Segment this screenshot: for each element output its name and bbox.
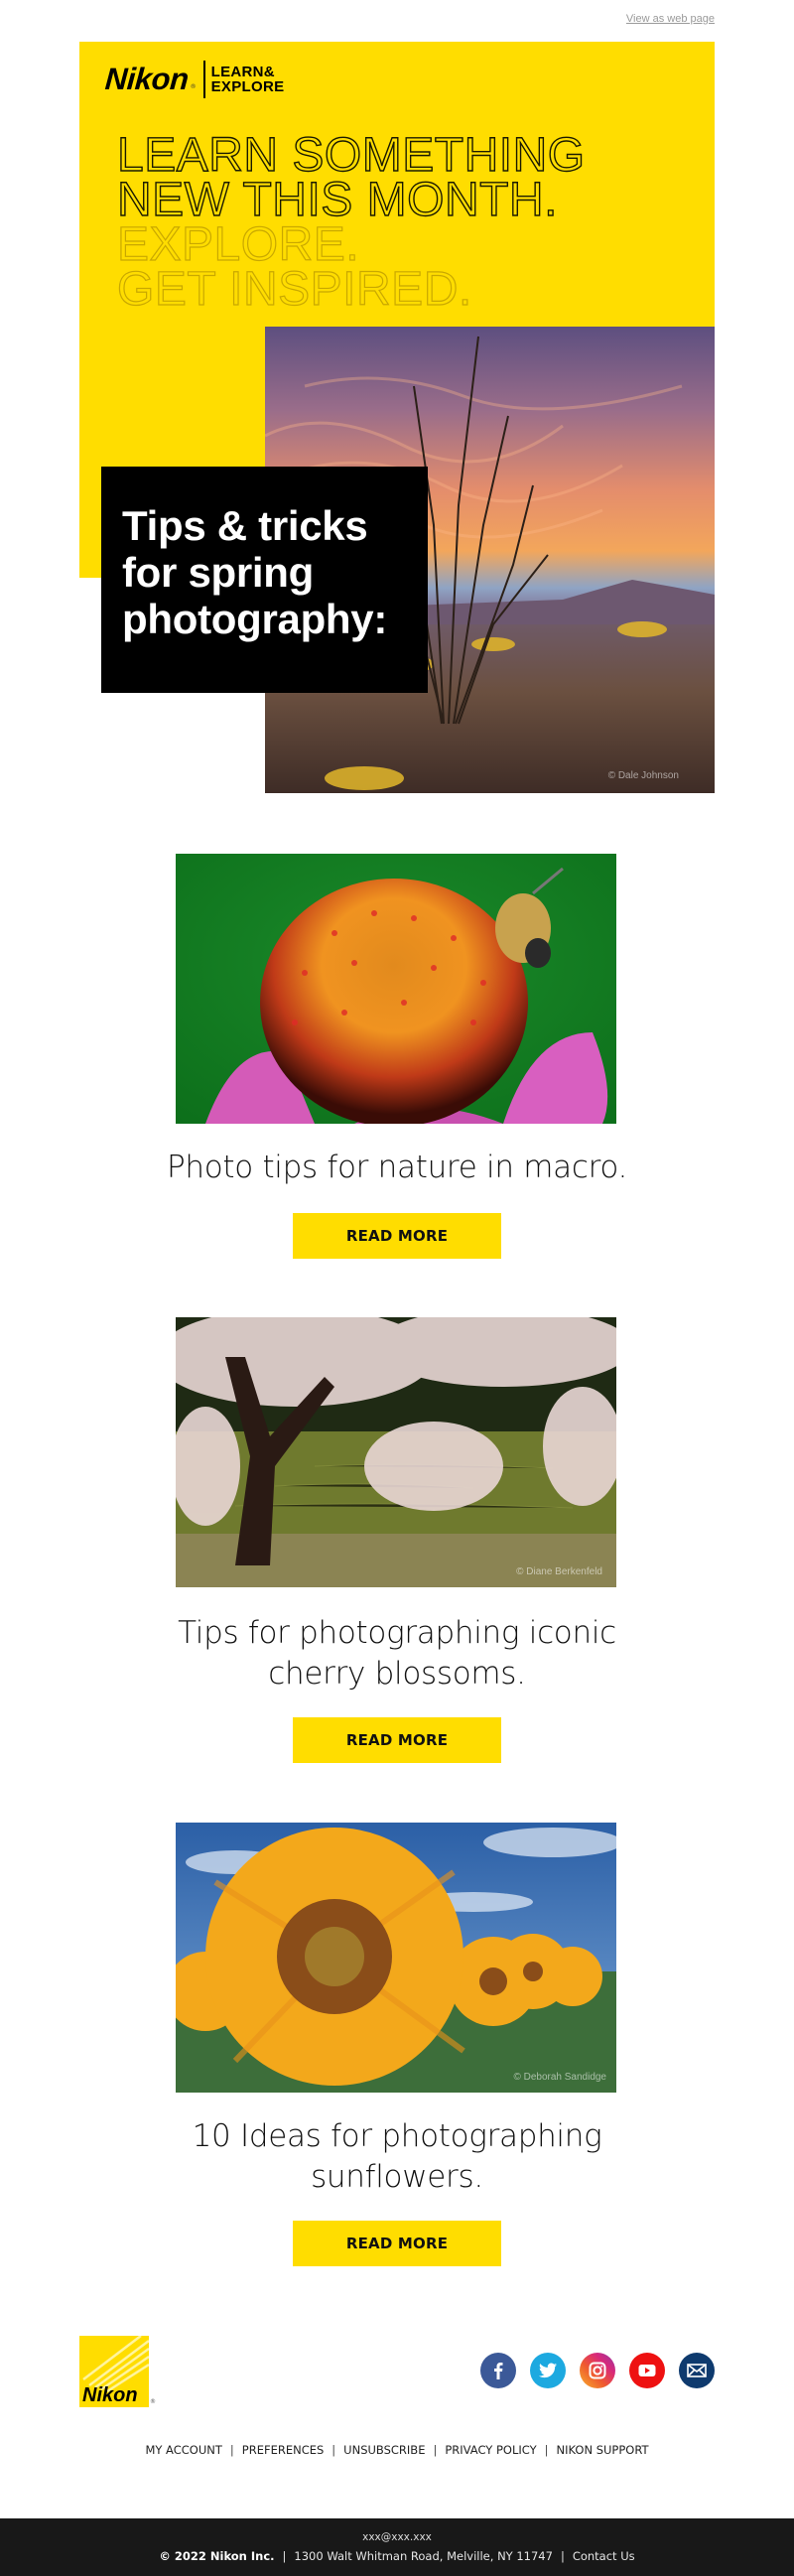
headline-line: LEARN SOMETHING: [116, 129, 586, 182]
recipient-email: xxx@xxx.xxx: [362, 2531, 432, 2543]
nikon-learn-explore-logo[interactable]: Nikon ® LEARN& EXPLORE: [103, 60, 285, 99]
footer-logo-word: Nikon: [82, 2384, 138, 2406]
article-image-sunflowers[interactable]: © Deborah Sandidge: [176, 1823, 616, 2093]
band-separator: |: [560, 2549, 565, 2563]
read-more-button[interactable]: READ MORE: [293, 1717, 501, 1763]
article-title[interactable]: 10 Ideas for photographing sunflowers.: [149, 2116, 645, 2198]
learn-explore-line-1: LEARN&: [210, 64, 275, 80]
hero-title-line: photography:: [122, 596, 388, 642]
twitter-icon: [539, 2363, 557, 2378]
footer-nikon-logo[interactable]: Nikon: [79, 2335, 150, 2407]
read-more-button[interactable]: READ MORE: [293, 1213, 501, 1259]
mail-icon: [687, 2364, 707, 2377]
learn-explore-mark: LEARN& EXPLORE: [211, 65, 285, 94]
email-link[interactable]: [679, 2353, 715, 2388]
article-image-cherry-blossoms[interactable]: © Diane Berkenfeld: [176, 1317, 616, 1587]
hero-outline-headline: LEARN SOMETHING NEW THIS MONTH. EXPLORE.…: [116, 129, 586, 316]
learn-explore-line-2: EXPLORE: [210, 78, 285, 95]
youtube-icon: [638, 2365, 656, 2376]
unsubscribe-link[interactable]: UNSUBSCRIBE: [343, 2443, 425, 2457]
instagram-icon: [589, 2362, 606, 2379]
twitter-link[interactable]: [530, 2353, 566, 2388]
headline-line: NEW THIS MONTH.: [116, 174, 558, 226]
hero-title-line: for spring: [122, 549, 314, 596]
footer-registered-mark: ®: [150, 2398, 156, 2405]
article-title[interactable]: Photo tips for nature in macro.: [149, 1148, 645, 1188]
facebook-icon: [494, 2363, 503, 2379]
coneflower-bee-image: [176, 854, 616, 1124]
headline-line: GET INSPIRED.: [116, 263, 472, 316]
article-photo-credit: © Diane Berkenfeld: [516, 1566, 602, 1577]
article-title[interactable]: Tips for photographing iconic cherry blo…: [149, 1613, 645, 1695]
nikon-yellow-logo-icon: Nikon: [79, 2335, 150, 2407]
instagram-link[interactable]: [580, 2353, 615, 2388]
view-as-web-page-link[interactable]: View as web page: [626, 13, 715, 25]
footer-links: MY ACCOUNT | PREFERENCES | UNSUBSCRIBE | PRIVA…: [0, 2443, 794, 2457]
headline-line: EXPLORE.: [116, 218, 360, 271]
article-title-line: sunflowers.: [311, 2159, 483, 2195]
nikon-support-link[interactable]: NIKON SUPPORT: [556, 2443, 648, 2457]
hero-title: Tips & tricks for spring photography:: [122, 502, 428, 642]
registered-mark: ®: [190, 82, 197, 90]
link-separator: |: [331, 2443, 336, 2457]
link-separator: |: [433, 2443, 438, 2457]
hero-title-line: Tips & tricks: [122, 502, 368, 549]
privacy-policy-link[interactable]: PRIVACY POLICY: [445, 2443, 536, 2457]
sunflower-image: [176, 1823, 616, 2093]
read-more-button[interactable]: READ MORE: [293, 2221, 501, 2266]
article-image-macro[interactable]: [176, 854, 616, 1124]
footer-bottom-band: xxx@xxx.xxx © 2022 Nikon Inc. | 1300 Walt …: [0, 2518, 794, 2576]
preferences-link[interactable]: PREFERENCES: [242, 2443, 325, 2457]
copyright-line: © 2022 Nikon Inc. | 1300 Walt Whitman Road…: [0, 2549, 794, 2563]
article-title-line: Tips for photographing iconic: [178, 1615, 616, 1651]
company-address: 1300 Walt Whitman Road, Melville, NY 117…: [294, 2549, 553, 2563]
nikon-wordmark: Nikon: [103, 62, 190, 96]
facebook-link[interactable]: [480, 2353, 516, 2388]
cherry-blossom-image: [176, 1317, 616, 1587]
copyright-text: © 2022 Nikon Inc.: [159, 2549, 275, 2563]
band-separator: |: [282, 2549, 287, 2563]
article-title-line: 10 Ideas for photographing: [192, 2118, 602, 2154]
social-icons: [480, 2353, 715, 2388]
article-photo-credit: © Deborah Sandidge: [513, 2072, 606, 2083]
youtube-link[interactable]: [629, 2353, 665, 2388]
my-account-link[interactable]: MY ACCOUNT: [145, 2443, 221, 2457]
link-separator: |: [229, 2443, 234, 2457]
article-title-line: cherry blossoms.: [268, 1656, 526, 1692]
logo-divider: [202, 61, 205, 98]
hero-title-box[interactable]: Tips & tricks for spring photography:: [101, 467, 428, 693]
hero-photo-credit: © Dale Johnson: [607, 770, 679, 781]
link-separator: |: [544, 2443, 549, 2457]
contact-us-link[interactable]: Contact Us: [573, 2549, 635, 2563]
